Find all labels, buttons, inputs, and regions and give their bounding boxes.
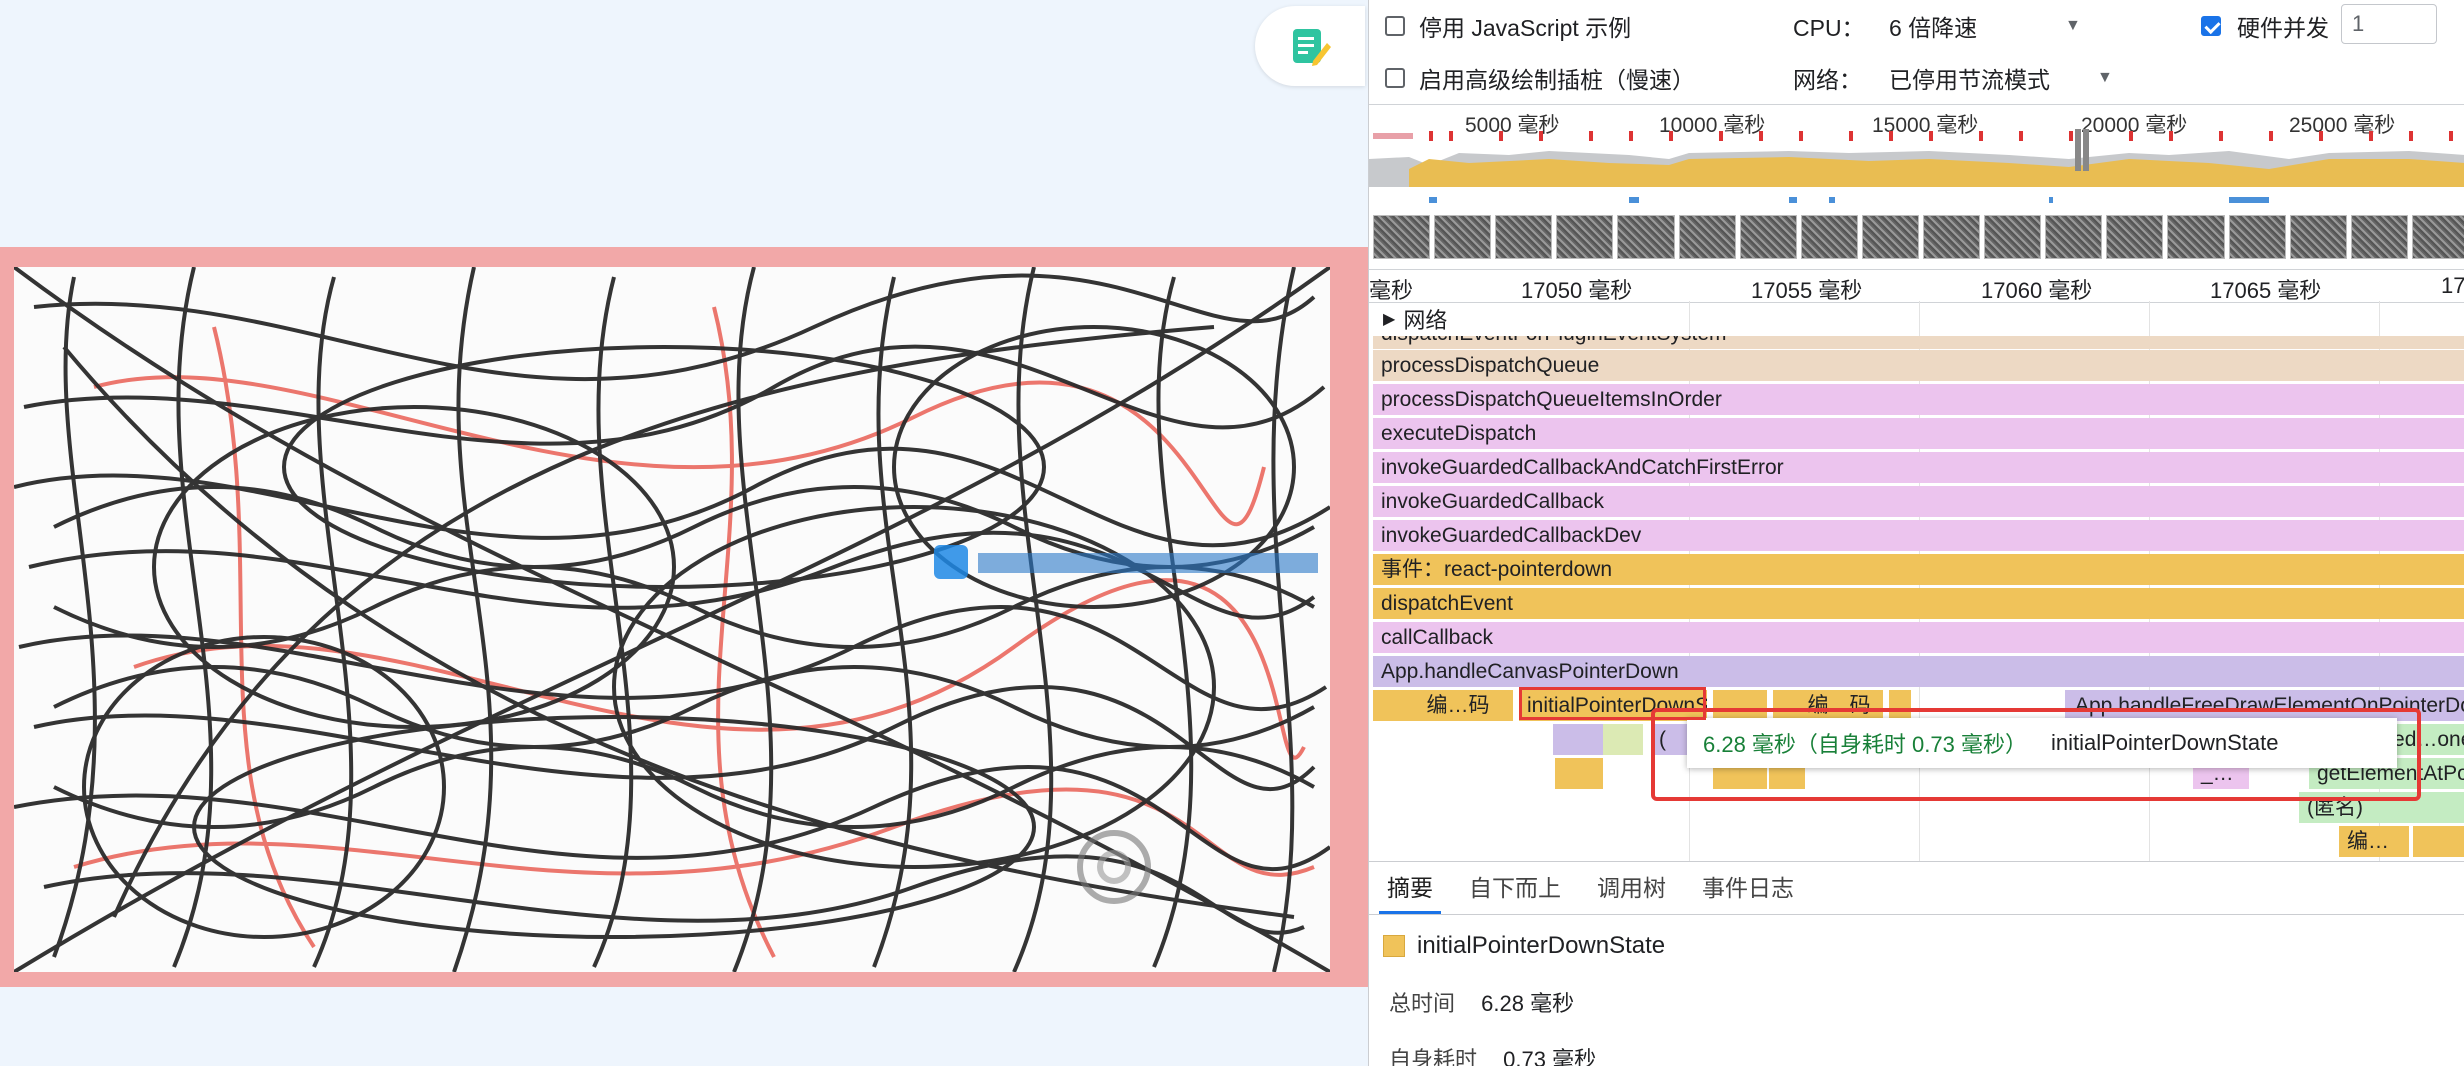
network-throttle-select[interactable]: 已停用节流模式 [1889,61,2050,95]
flame-entry[interactable] [2413,826,2464,857]
hw-concurrency-checkbox[interactable] [2201,16,2221,36]
hw-concurrency-label: 硬件并发 [2237,15,2329,41]
highlight-box-tooltip [1651,708,2421,801]
cpu-dropdown-arrow-icon[interactable]: ▼ [2065,17,2081,35]
flame-entry[interactable]: 事件：react-pointerdown [1373,554,2464,585]
flame-entry[interactable] [1555,758,1603,789]
disable-js-checkbox[interactable] [1385,16,1405,36]
canvas-area [0,0,1368,1066]
note-edit-button[interactable] [1255,6,1365,86]
video-frame [0,247,1368,987]
capture-settings-row-2: 启用高级绘制插桩（慢速） 网络： 已停用节流模式 ▼ [1369,52,2464,104]
brand-logo [934,545,1318,579]
flame-entry[interactable]: executeDispatch [1373,418,2464,449]
advanced-paint-label: 启用高级绘制插桩（慢速） [1419,67,1695,93]
tab-bottom-up[interactable]: 自下而上 [1451,862,1579,914]
total-time-value: 6.28 毫秒 [1481,991,1575,1016]
ruler-tick-label: 170 [2441,273,2464,298]
disable-js-label: 停用 JavaScript 示例 [1419,15,1632,41]
flame-entry[interactable]: dispatchEventForPluginEventSystem [1373,336,2464,349]
cpu-throttle-select[interactable]: 6 倍降速 [1889,9,1977,43]
category-color-swatch [1383,935,1405,957]
tab-summary[interactable]: 摘要 [1369,862,1451,914]
summary-function-name: initialPointerDownState [1417,932,1666,959]
flame-entry[interactable]: dispatchEvent [1373,588,2464,619]
flame-entry[interactable]: processDispatchQueueItemsInOrder [1373,384,2464,415]
hw-concurrency-input[interactable]: 1 [2341,4,2437,44]
timeline-overview[interactable]: 5000 毫秒 10000 毫秒 15000 毫秒 20000 毫秒 25000… [1369,104,2464,270]
flame-entry[interactable] [1553,724,1603,755]
network-track-header[interactable]: ▶ 网络 [1369,302,2464,336]
ruler-tick-label: 17050 毫秒 [1521,278,1633,303]
loading-spinner-icon [1077,830,1151,904]
tab-event-log[interactable]: 事件日志 [1684,862,1812,914]
ruler-tick-label: 17055 毫秒 [1751,278,1863,303]
ruler-tick-label: 17065 毫秒 [2210,278,2322,303]
tab-call-tree[interactable]: 调用树 [1579,862,1684,914]
screenshot-filmstrip [1369,207,2464,265]
flame-entry[interactable]: processDispatchQueue [1373,350,2464,381]
flame-entry[interactable]: 编… [2339,826,2409,857]
expand-triangle-icon[interactable]: ▶ [1383,309,1395,329]
network-label: 网络： [1793,67,1862,93]
ruler-tick-label: 17060 毫秒 [1981,278,2093,303]
advanced-paint-checkbox[interactable] [1385,68,1405,88]
summary-total-time: 总时间 6.28 毫秒 [1389,986,1574,1018]
flame-entry[interactable] [1603,724,1643,755]
self-time-label: 自身耗时 [1389,1047,1478,1066]
flame-entry-compile[interactable]: 编…码 [1373,690,1513,721]
time-ruler: 毫秒 17050 毫秒 17055 毫秒 17060 毫秒 17065 毫秒 1… [1369,269,2464,303]
details-tab-bar: 摘要 自下而上 调用树 事件日志 [1369,861,2464,915]
note-edit-icon [1293,29,1331,66]
flame-entry[interactable]: invokeGuardedCallbackAndCatchFirstError [1373,452,2464,483]
flame-entry[interactable]: invokeGuardedCallback [1373,486,2464,517]
flame-entry[interactable]: callCallback [1373,622,2464,653]
ruler-tick-label: 毫秒 [1369,278,1414,303]
flame-entry[interactable]: invokeGuardedCallbackDev [1373,520,2464,551]
summary-self-time: 自身耗时 0.73 毫秒 [1389,1042,1596,1066]
flame-entry[interactable]: App.handleCanvasPointerDown [1373,656,2464,687]
summary-pane: initialPointerDownState 总时间 6.28 毫秒 自身耗时… [1369,914,2464,1066]
network-dropdown-arrow-icon[interactable]: ▼ [2097,69,2113,87]
devtools-performance-panel: 停用 JavaScript 示例 CPU： 6 倍降速 ▼ 硬件并发 1 启用高… [1368,0,2464,1066]
cpu-label: CPU： [1793,15,1865,41]
summary-title: initialPointerDownState [1383,932,1665,960]
whiteboard-canvas[interactable] [14,267,1330,972]
self-time-value: 0.73 毫秒 [1503,1047,1597,1066]
capture-settings-row-1: 停用 JavaScript 示例 CPU： 6 倍降速 ▼ 硬件并发 1 [1369,0,2464,52]
network-track-label: 网络 [1403,308,1448,333]
total-time-label: 总时间 [1389,991,1456,1016]
